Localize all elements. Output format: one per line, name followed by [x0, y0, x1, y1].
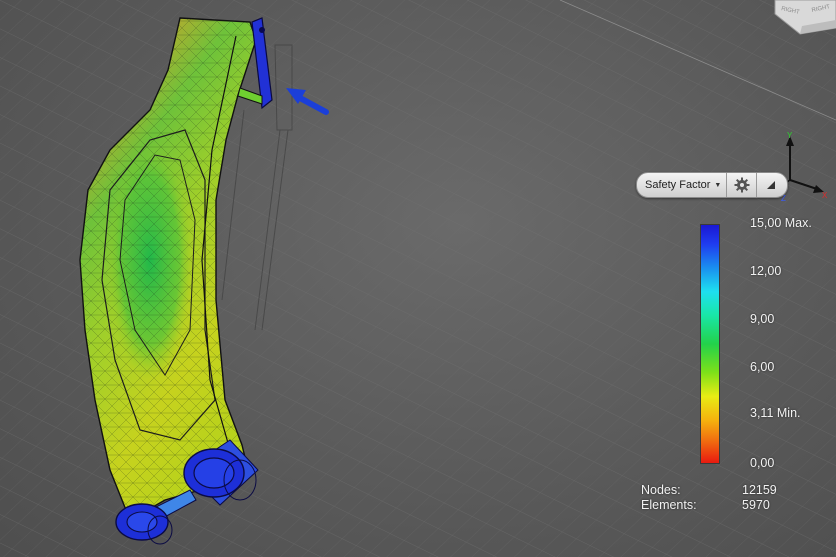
legend-min-label: 3,11 Min.	[750, 406, 801, 420]
nodes-value: 12159	[742, 483, 777, 497]
collapse-legend-button[interactable]	[757, 173, 785, 197]
legend-tick-9: 9,00	[750, 312, 775, 326]
settings-button[interactable]	[727, 173, 757, 197]
axis-y-label: Y	[787, 131, 793, 140]
legend-zero-label: 0,00	[750, 456, 775, 470]
result-type-dropdown[interactable]: Safety Factor ▼	[637, 173, 727, 197]
result-type-label: Safety Factor	[645, 179, 711, 191]
elements-value: 5970	[742, 498, 770, 512]
color-legend-bar	[700, 224, 720, 464]
gear-icon	[734, 177, 749, 193]
result-selector-toolbar: Safety Factor ▼	[636, 172, 788, 198]
chevron-down-icon: ▼	[714, 181, 722, 189]
triangle-collapse-icon	[767, 181, 775, 189]
elements-label: Elements:	[641, 498, 697, 512]
legend-tick-12: 12,00	[750, 264, 782, 278]
nodes-label: Nodes:	[641, 483, 681, 497]
legend-tick-6: 6,00	[750, 360, 775, 374]
axis-x-label: X	[822, 191, 828, 200]
legend-max-label: 15,00 Max.	[750, 216, 812, 230]
